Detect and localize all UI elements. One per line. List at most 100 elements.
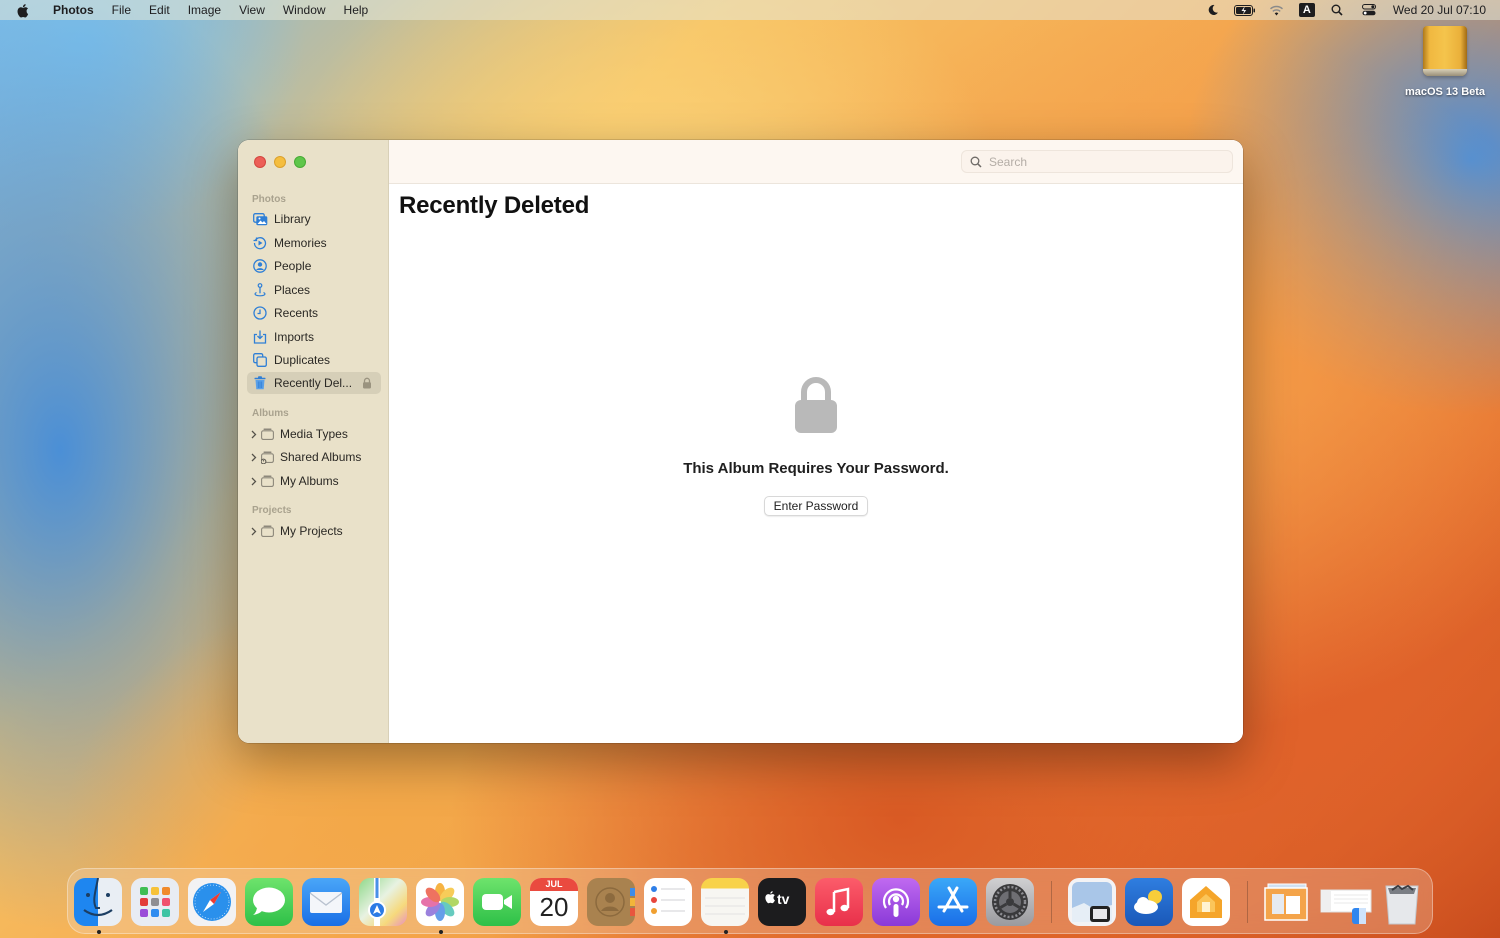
folder-icon — [259, 426, 275, 442]
sidebar-item-label: My Projects — [280, 524, 343, 538]
weather-icon — [1134, 890, 1162, 914]
focus-moon-icon[interactable] — [1202, 0, 1224, 20]
sidebar-item-memories[interactable]: Memories — [247, 232, 381, 254]
places-icon — [252, 282, 268, 298]
dock-app-podcasts[interactable] — [872, 878, 920, 926]
dock-app-tv[interactable]: tv — [758, 878, 806, 926]
running-indicator — [439, 930, 443, 934]
dock-separator — [1247, 881, 1248, 923]
sidebar-item-label: Media Types — [280, 427, 348, 441]
spotlight-search-icon[interactable] — [1326, 0, 1348, 20]
search-input[interactable] — [989, 154, 1219, 169]
reminders-icon — [651, 886, 685, 914]
menu-app-photos[interactable]: Photos — [44, 3, 103, 17]
dock-app-notes[interactable] — [701, 878, 749, 926]
desktop-icon-drive[interactable]: macOS 13 Beta — [1400, 26, 1490, 98]
menu-file[interactable]: File — [103, 3, 140, 17]
folder-icon — [259, 473, 275, 489]
menubar-clock[interactable]: Wed 20 Jul 07:10 — [1393, 3, 1486, 17]
sidebar-item-media-types[interactable]: Media Types — [247, 423, 381, 445]
close-window-button[interactable] — [254, 156, 266, 168]
chevron-right-icon[interactable] — [249, 430, 259, 439]
folder-stack-icon — [1264, 883, 1308, 921]
menu-help[interactable]: Help — [335, 3, 378, 17]
running-indicator — [97, 930, 101, 934]
dock-app-calendar[interactable]: JUL 20 — [530, 878, 578, 926]
chevron-right-icon[interactable] — [249, 453, 259, 462]
sidebar-item-recently-deleted[interactable]: Recently Del... — [247, 372, 381, 394]
page-title: Recently Deleted — [399, 192, 590, 219]
apple-tv-icon: tv — [765, 891, 790, 907]
trash-icon — [252, 375, 268, 391]
dock-app-facetime[interactable] — [473, 878, 521, 926]
external-drive-icon — [1423, 26, 1467, 76]
dock-app-finder[interactable] — [74, 878, 122, 926]
battery-charging-icon[interactable] — [1233, 0, 1256, 20]
podcasts-icon — [882, 888, 910, 917]
dock-app-contacts[interactable] — [587, 878, 635, 926]
gear-icon — [992, 884, 1028, 920]
dock-stack-desktop[interactable] — [1262, 878, 1310, 926]
dock-app-safari[interactable] — [188, 878, 236, 926]
dock-app-app-store[interactable] — [929, 878, 977, 926]
sidebar-item-my-albums[interactable]: My Albums — [247, 470, 381, 492]
sidebar: Photos Library Memories People Places Re… — [238, 140, 389, 743]
window-controls — [254, 156, 306, 168]
dock-app-trash[interactable] — [1378, 878, 1426, 926]
dock-app-system-settings[interactable] — [986, 878, 1034, 926]
chevron-right-icon[interactable] — [249, 527, 259, 536]
dock-app-preview[interactable] — [1068, 878, 1116, 926]
svg-text:tv: tv — [777, 891, 790, 907]
lock-icon — [362, 377, 372, 389]
sidebar-item-places[interactable]: Places — [247, 279, 381, 301]
apple-menu-icon[interactable] — [16, 3, 30, 17]
zoom-window-button[interactable] — [294, 156, 306, 168]
sidebar-item-label: Duplicates — [274, 353, 331, 367]
dock-minimized-finder-window[interactable] — [1320, 878, 1374, 926]
dock-app-reminders[interactable] — [644, 878, 692, 926]
sidebar-item-imports[interactable]: Imports — [247, 326, 381, 348]
sidebar-item-my-projects[interactable]: My Projects — [247, 520, 381, 542]
enter-password-button[interactable]: Enter Password — [763, 496, 869, 516]
dock-app-home[interactable] — [1182, 878, 1230, 926]
shared-folder-icon — [259, 449, 275, 465]
dock-app-launchpad[interactable] — [131, 878, 179, 926]
dock: JUL 20 tv — [67, 868, 1433, 934]
dock-app-photos[interactable] — [416, 878, 464, 926]
finder-icon — [83, 878, 113, 917]
sidebar-item-people[interactable]: People — [247, 255, 381, 277]
sidebar-item-recents[interactable]: Recents — [247, 302, 381, 324]
dock-app-weather[interactable] — [1125, 878, 1173, 926]
sidebar-item-label: My Albums — [280, 474, 339, 488]
input-source-icon[interactable]: A — [1298, 3, 1315, 17]
wifi-icon[interactable] — [1266, 0, 1288, 20]
menu-window[interactable]: Window — [274, 3, 335, 17]
people-icon — [252, 258, 268, 274]
dock-app-mail[interactable] — [302, 878, 350, 926]
dock-separator — [1051, 881, 1052, 923]
menu-image[interactable]: Image — [179, 3, 230, 17]
sidebar-item-library[interactable]: Library — [247, 208, 381, 230]
calendar-month: JUL — [530, 878, 578, 891]
status-area: A Wed 20 Jul 07:10 — [1197, 0, 1486, 20]
sidebar-item-shared-albums[interactable]: Shared Albums — [247, 446, 381, 468]
photos-icon — [421, 883, 459, 921]
menu-view[interactable]: View — [230, 3, 274, 17]
chevron-right-icon[interactable] — [249, 477, 259, 486]
control-center-icon[interactable] — [1358, 0, 1380, 20]
lock-icon — [795, 377, 837, 433]
sidebar-item-duplicates[interactable]: Duplicates — [247, 349, 381, 371]
dock-app-music[interactable] — [815, 878, 863, 926]
dock-app-messages[interactable] — [245, 878, 293, 926]
photos-window: Photos Library Memories People Places Re… — [238, 140, 1243, 743]
locked-album-state: This Album Requires Your Password. Enter… — [389, 376, 1243, 516]
menu-edit[interactable]: Edit — [140, 3, 179, 17]
minimize-window-button[interactable] — [274, 156, 286, 168]
main-content: Recently Deleted This Album Requires You… — [389, 140, 1243, 743]
dock-app-maps[interactable] — [359, 878, 407, 926]
sidebar-item-label: Library — [274, 212, 311, 226]
search-field[interactable] — [961, 150, 1233, 173]
sidebar-header-albums: Albums — [252, 408, 289, 419]
home-icon — [1190, 886, 1222, 918]
sidebar-item-label: Recents — [274, 306, 319, 320]
